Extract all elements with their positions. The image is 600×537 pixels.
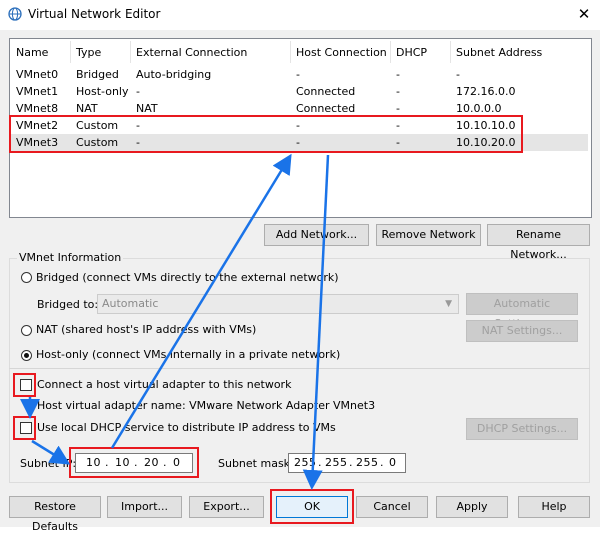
restore-defaults-button[interactable]: Restore Defaults xyxy=(9,496,101,533)
title-bar: Virtual Network Editor ✕ xyxy=(0,0,600,30)
cancel-button[interactable]: Cancel xyxy=(356,496,428,518)
cell-dhcp: - xyxy=(396,68,400,81)
bridged-radio[interactable] xyxy=(21,272,32,283)
rename-network-button[interactable]: Rename Network... xyxy=(487,224,590,261)
dhcp-settings-button[interactable]: DHCP Settings... xyxy=(466,418,578,440)
subnet-mask-label: Subnet mask: xyxy=(218,457,294,470)
globe-icon xyxy=(8,7,22,21)
subnet-mask-octet: 255 xyxy=(325,456,348,469)
cell-subnet: 10.0.0.0 xyxy=(456,102,502,115)
column-separator xyxy=(130,41,131,63)
cell-subnet: - xyxy=(456,68,460,81)
apply-button[interactable]: Apply xyxy=(436,496,508,518)
column-header-host-connection[interactable]: Host Connection xyxy=(296,46,387,59)
cell-host: Connected xyxy=(296,102,356,115)
subnet-mask-octet: 255 xyxy=(356,456,379,469)
cell-host: Connected xyxy=(296,85,356,98)
bridged-to-select[interactable]: Automatic ▼ xyxy=(97,294,459,314)
cell-external: NAT xyxy=(136,102,158,115)
chevron-down-icon: ▼ xyxy=(445,299,452,309)
bridged-to-label: Bridged to: xyxy=(37,298,99,311)
cell-external: - xyxy=(136,85,140,98)
group-label: VMnet Information xyxy=(17,251,124,264)
connect-adapter-label: Connect a host virtual adapter to this n… xyxy=(37,378,292,391)
column-separator xyxy=(290,41,291,63)
column-header-type[interactable]: Type xyxy=(76,46,101,59)
column-header-name[interactable]: Name xyxy=(16,46,48,59)
column-separator xyxy=(390,41,391,63)
adapter-name-label: Host virtual adapter name: VMware Networ… xyxy=(37,399,376,412)
cell-name: VMnet1 xyxy=(16,85,59,98)
column-header-subnet-address[interactable]: Subnet Address xyxy=(456,46,542,59)
cell-name: VMnet8 xyxy=(16,102,59,115)
close-icon[interactable]: ✕ xyxy=(574,5,594,23)
import-button[interactable]: Import... xyxy=(107,496,182,518)
cell-external: Auto-bridging xyxy=(136,68,212,81)
nat-radio[interactable] xyxy=(21,325,32,336)
cell-host: - xyxy=(296,68,300,81)
column-separator xyxy=(70,41,71,63)
highlight-box-dhcp xyxy=(13,416,36,440)
cell-type: NAT xyxy=(76,102,98,115)
cell-type: Bridged xyxy=(76,68,119,81)
add-network-button[interactable]: Add Network... xyxy=(264,224,369,246)
highlight-box-subnet-ip xyxy=(69,447,199,478)
octet-dot: . xyxy=(380,456,384,469)
cell-dhcp: - xyxy=(396,85,400,98)
window-title: Virtual Network Editor xyxy=(28,7,161,21)
column-separator xyxy=(450,41,451,63)
automatic-settings-button[interactable]: Automatic Settings... xyxy=(466,293,578,330)
bridged-label: Bridged (connect VMs directly to the ext… xyxy=(36,271,339,284)
nat-settings-button[interactable]: NAT Settings... xyxy=(466,320,578,342)
bridged-to-value: Automatic xyxy=(102,297,159,310)
cell-dhcp: - xyxy=(396,102,400,115)
host-only-radio[interactable] xyxy=(21,350,32,361)
host-only-label: Host-only (connect VMs internally in a p… xyxy=(36,348,341,361)
cell-type: Host-only xyxy=(76,85,129,98)
column-header-external-connection[interactable]: External Connection xyxy=(136,46,247,59)
column-header-dhcp[interactable]: DHCP xyxy=(396,46,427,59)
subnet-ip-label: Subnet IP: xyxy=(20,457,77,470)
octet-dot: . xyxy=(349,456,353,469)
remove-network-button[interactable]: Remove Network xyxy=(376,224,481,246)
export-button[interactable]: Export... xyxy=(189,496,264,518)
nat-label: NAT (shared host's IP address with VMs) xyxy=(36,323,257,336)
help-button[interactable]: Help xyxy=(518,496,590,518)
octet-dot: . xyxy=(318,456,322,469)
cell-name: VMnet0 xyxy=(16,68,59,81)
cell-subnet: 172.16.0.0 xyxy=(456,85,516,98)
subnet-mask-octet: 255 xyxy=(294,456,317,469)
subnet-mask-octet: 0 xyxy=(389,456,397,469)
highlight-box-connect-adapter xyxy=(13,373,36,397)
highlight-box-ok xyxy=(270,489,354,524)
divider xyxy=(9,368,590,369)
dhcp-label: Use local DHCP service to distribute IP … xyxy=(37,421,336,434)
highlight-box-custom-rows xyxy=(9,115,523,153)
subnet-mask-input[interactable]: 255 . 255 . 255 . 0 xyxy=(288,453,406,473)
